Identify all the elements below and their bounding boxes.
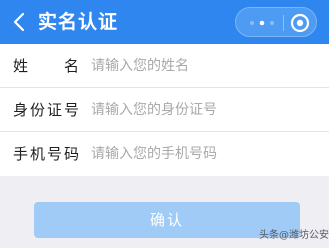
name-label: 姓 名 — [13, 57, 79, 75]
id-number-input[interactable] — [91, 96, 311, 124]
id-number-label: 身份证号 — [13, 101, 79, 119]
phone-input[interactable] — [91, 140, 311, 168]
phone-label: 手机号码 — [13, 145, 79, 163]
capsule-divider — [283, 15, 284, 31]
auth-form: 姓 名 身份证号 手机号码 — [0, 44, 329, 176]
nav-bar: 实名认证 — [0, 0, 329, 44]
ellipsis-icon[interactable] — [247, 17, 277, 29]
chevron-left-icon[interactable] — [10, 10, 30, 34]
name-row: 姓 名 — [0, 44, 329, 88]
circle-close-icon[interactable] — [290, 13, 310, 33]
mini-program-capsule — [235, 7, 317, 37]
page-title: 实名认证 — [38, 11, 119, 33]
id-number-row: 身份证号 — [0, 88, 329, 132]
real-name-auth-page: 实名认证 姓 名 身份证号 手机号码 确认 头条 — [0, 0, 329, 248]
watermark: 头条@潍坊公安 — [259, 230, 329, 241]
name-input[interactable] — [91, 52, 311, 80]
phone-row: 手机号码 — [0, 132, 329, 176]
